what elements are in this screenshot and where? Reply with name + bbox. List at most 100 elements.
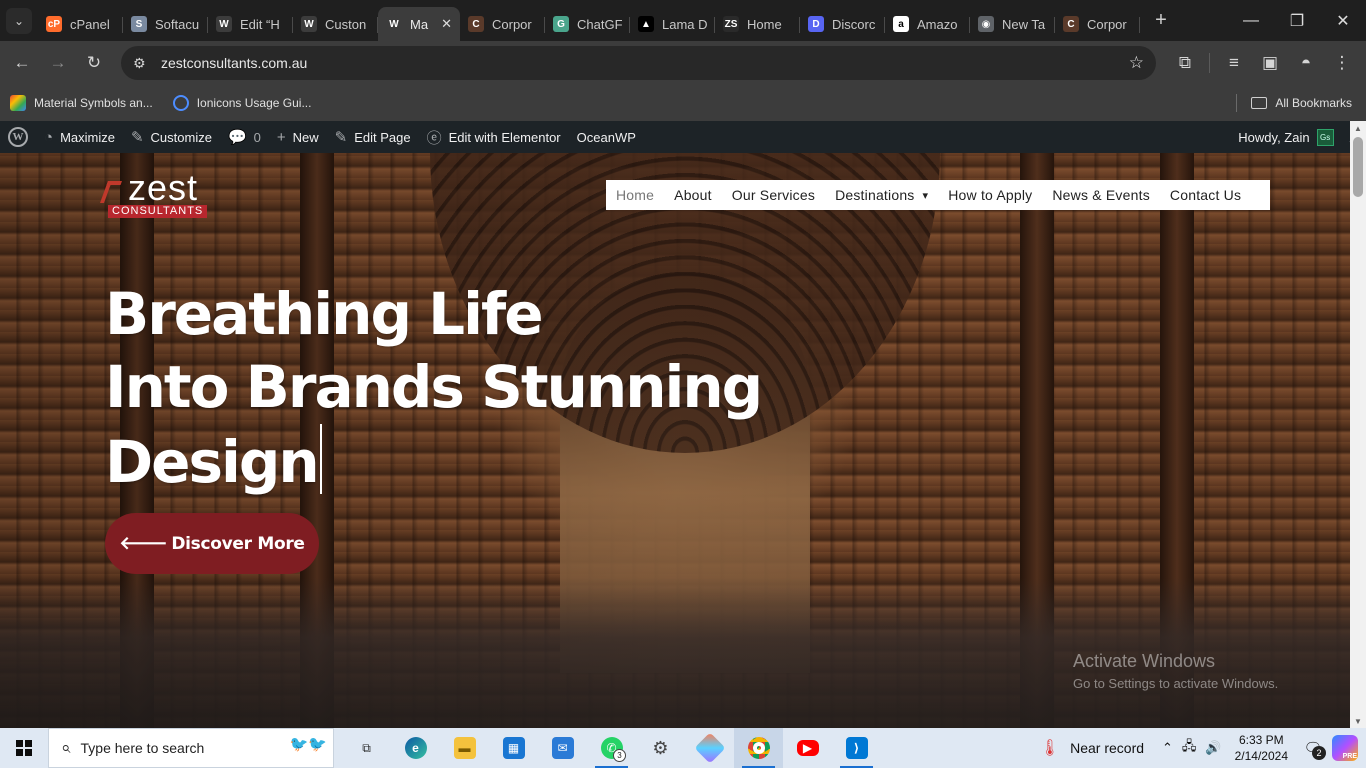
minimize-button[interactable]: — <box>1228 0 1274 41</box>
nav-how-to-apply[interactable]: How to Apply <box>948 187 1032 203</box>
chevron-up-icon[interactable]: ⌃ <box>1162 740 1173 756</box>
side-panel-button[interactable]: ▣ <box>1252 45 1288 81</box>
browser-tab[interactable]: W Custon <box>293 7 378 41</box>
wp-logo-button[interactable]: W <box>0 121 36 153</box>
browser-tab[interactable]: C Corpor <box>1055 7 1140 41</box>
profile-button[interactable]: ◓ <box>1288 45 1324 81</box>
tab-label: Amazo <box>917 16 958 32</box>
nav-contact-us[interactable]: Contact Us <box>1170 187 1241 203</box>
headline-line-3: Design <box>105 424 761 499</box>
wp-new-content[interactable]: + New <box>269 121 327 153</box>
browser-tab[interactable]: S Softacu <box>123 7 208 41</box>
material-symbols-icon <box>10 95 26 111</box>
lama-icon: ▲ <box>638 16 654 32</box>
weather-widget[interactable]: 🌡 Near record <box>1040 738 1144 758</box>
system-tray: 🌡 Near record ⌃ 🖧 🔊 6:33 PM 2/14/2024 🗨 … <box>1040 728 1366 768</box>
task-view-button[interactable]: ⧉ <box>342 728 391 768</box>
taskbar-search-box[interactable]: ⌕ Type here to search 🐦🐦 <box>48 728 334 768</box>
restore-button[interactable]: ❐ <box>1274 0 1320 41</box>
watermark-subtitle: Go to Settings to activate Windows. <box>1073 676 1279 691</box>
discover-more-button[interactable]: 🡐 Discover More <box>105 513 319 574</box>
nav-news-events[interactable]: News & Events <box>1052 187 1150 203</box>
wp-edit-elementor[interactable]: ⓔ Edit with Elementor <box>419 121 569 153</box>
softaculous-icon: S <box>131 16 147 32</box>
start-button[interactable] <box>0 728 48 768</box>
site-logo[interactable]: zest CONSULTANTS <box>99 167 220 221</box>
browser-tab[interactable]: D Discorc <box>800 7 885 41</box>
browser-tab[interactable]: a Amazo <box>885 7 970 41</box>
chrome-app[interactable] <box>734 728 783 768</box>
nav-our-services[interactable]: Our Services <box>732 187 815 203</box>
network-icon[interactable]: 🖧 <box>1182 737 1197 759</box>
discord-icon: D <box>808 16 824 32</box>
all-bookmarks-label: All Bookmarks <box>1275 96 1352 110</box>
wp-site-name[interactable]: ◔ Maximize <box>36 121 123 153</box>
browser-tab[interactable]: ◉ New Ta <box>970 7 1055 41</box>
nav-about[interactable]: About <box>674 187 712 203</box>
notification-center-button[interactable]: 🗨 2 <box>1300 728 1326 768</box>
browser-tab[interactable]: G ChatGF <box>545 7 630 41</box>
bookmark-ionicons[interactable]: Ionicons Usage Gui... <box>172 95 311 111</box>
browser-tab[interactable]: W Ma ✕ <box>378 7 460 41</box>
arrow-left-icon: ← <box>13 53 31 72</box>
paint-app[interactable] <box>685 728 734 768</box>
browser-tab[interactable]: W Edit “H <box>208 7 293 41</box>
site-info-icon[interactable]: ⚙ <box>133 55 157 72</box>
back-button[interactable]: ← <box>4 45 40 81</box>
wp-customize[interactable]: ✎ Customize <box>123 121 220 153</box>
page-scrollbar[interactable]: ▲ ▼ <box>1350 121 1366 728</box>
new-tab-button[interactable]: + <box>1148 8 1174 34</box>
copilot-button[interactable]: PRE <box>1332 735 1358 761</box>
youtube-app[interactable]: ▶ <box>783 728 832 768</box>
url-text[interactable]: zestconsultants.com.au <box>161 55 1129 71</box>
tab-search-button[interactable]: ⌄ <box>6 7 32 34</box>
headline-line-2: Into Brands Stunning <box>105 353 763 421</box>
wp-howdy[interactable]: Howdy, Zain Gs <box>1230 121 1341 153</box>
tab-label: Discorc <box>832 16 876 32</box>
reload-button[interactable]: ↻ <box>76 45 112 81</box>
file-explorer-app[interactable]: ▬ <box>440 728 489 768</box>
edit-elementor-label: Edit with Elementor <box>448 129 561 145</box>
store-app[interactable]: ▦ <box>489 728 538 768</box>
browser-tab[interactable]: ZS Home <box>715 7 800 41</box>
wordpress-icon: W <box>301 16 317 32</box>
bookmark-star-icon[interactable]: ☆ <box>1129 53 1144 73</box>
profile-avatar-icon: ◓ <box>1300 53 1312 72</box>
settings-app[interactable]: ⚙ <box>636 728 685 768</box>
browser-tab[interactable]: C Corpor <box>460 7 545 41</box>
browser-tab[interactable]: ▲ Lama D <box>630 7 715 41</box>
bookmarks-divider <box>1236 94 1238 112</box>
extensions-button[interactable]: ⧉ <box>1167 45 1203 81</box>
new-label: New <box>292 129 319 145</box>
browser-tab[interactable]: cP cPanel <box>38 7 123 41</box>
tab-label: Corpor <box>1087 16 1127 32</box>
volume-icon[interactable]: 🔊 <box>1205 740 1221 756</box>
browser-menu-button[interactable]: ⋮ <box>1324 45 1360 81</box>
nav-home[interactable]: Home <box>616 187 654 203</box>
edge-app[interactable]: e <box>391 728 440 768</box>
theme-label: OceanWP <box>576 129 636 145</box>
nav-destinations[interactable]: Destinations ▾ <box>835 187 928 203</box>
mail-app[interactable]: ✉ <box>538 728 587 768</box>
forward-button[interactable]: → <box>40 45 76 81</box>
clock[interactable]: 6:33 PM 2/14/2024 <box>1235 732 1288 764</box>
wp-comments[interactable]: 💬 0 <box>220 121 269 153</box>
address-bar[interactable]: ⚙ zestconsultants.com.au ☆ <box>121 46 1156 80</box>
close-window-button[interactable]: ✕ <box>1320 0 1366 41</box>
bookmark-material-symbols[interactable]: Material Symbols an... <box>10 95 153 111</box>
reading-list-button[interactable]: ≡ <box>1216 45 1252 81</box>
all-bookmarks-button[interactable]: All Bookmarks <box>1236 85 1352 121</box>
windows-logo-icon <box>16 740 32 756</box>
theme-icon: C <box>1063 16 1079 32</box>
zest-icon: ZS <box>723 16 739 32</box>
wp-edit-page[interactable]: ✎ Edit Page <box>327 121 419 153</box>
tab-label: Home <box>747 16 782 32</box>
scroll-up-icon[interactable]: ▲ <box>1350 121 1366 135</box>
whatsapp-app[interactable]: ✆ 3 <box>587 728 636 768</box>
close-tab-icon[interactable]: ✕ <box>441 16 452 32</box>
wp-theme-menu[interactable]: OceanWP <box>569 121 644 153</box>
scrollbar-thumb[interactable] <box>1353 137 1363 197</box>
scroll-down-icon[interactable]: ▼ <box>1350 714 1366 728</box>
wordpress-icon: W <box>386 16 402 32</box>
vscode-app[interactable]: ⟩ <box>832 728 881 768</box>
